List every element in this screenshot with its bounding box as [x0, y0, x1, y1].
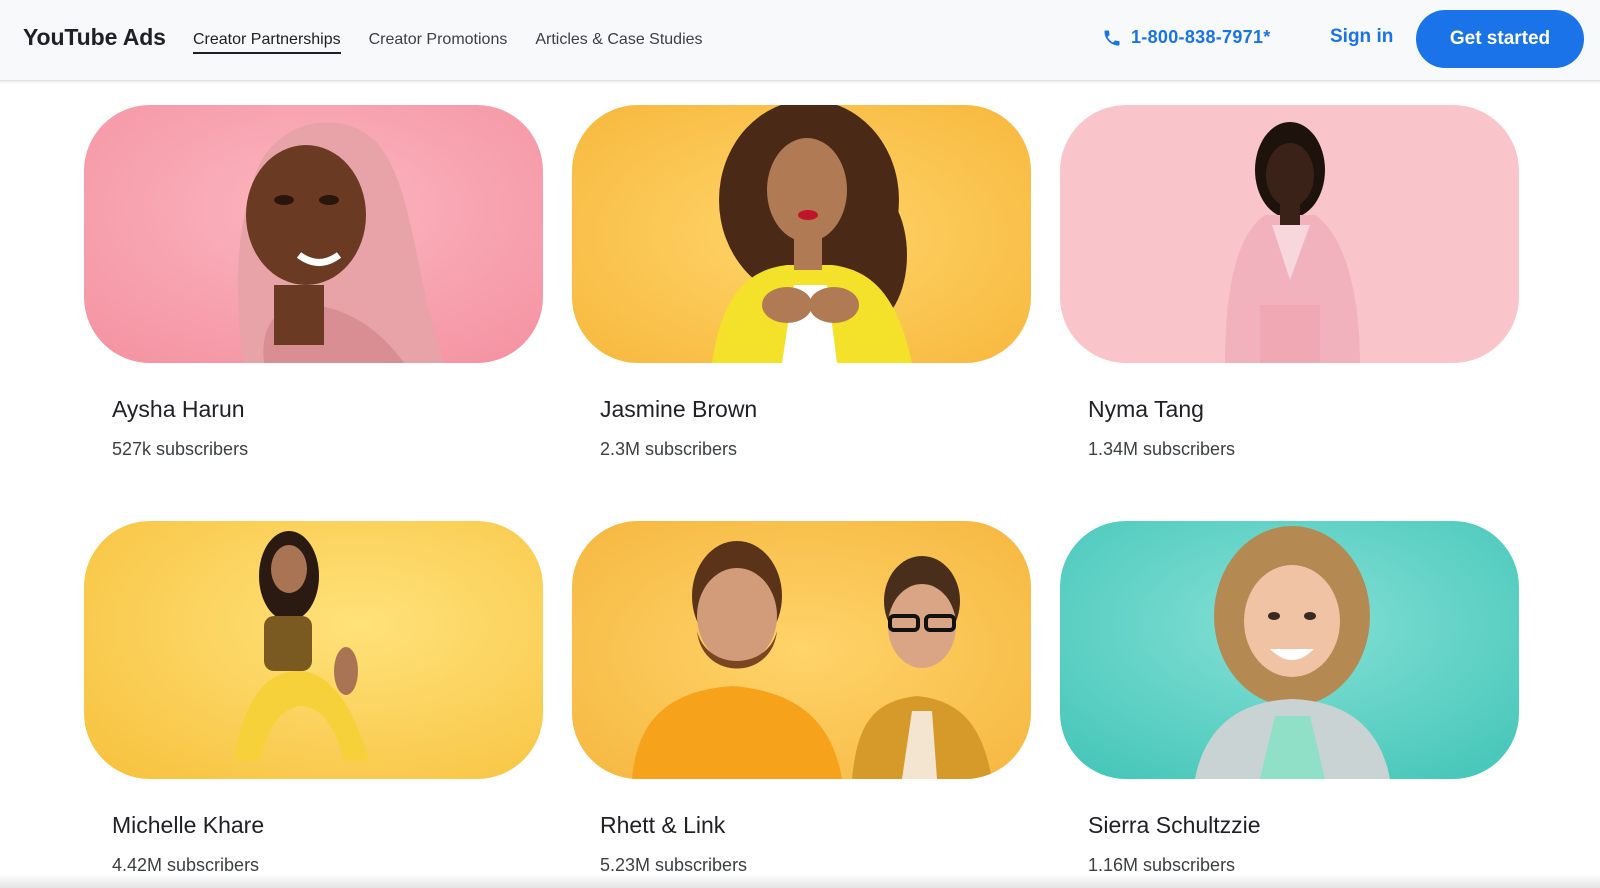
- main-nav: Creator Partnerships Creator Promotions …: [193, 0, 731, 80]
- creator-photo[interactable]: [572, 105, 1031, 363]
- creator-photo[interactable]: [572, 521, 1031, 779]
- phone-number: 1-800-838-7971*: [1131, 27, 1271, 47]
- creator-subscribers: 1.34M subscribers: [1088, 439, 1236, 459]
- bottom-scroll-fade: [0, 874, 1600, 888]
- creator-portrait-image: [1060, 521, 1519, 779]
- creator-card-rhett-link[interactable]: Rhett & Link 5.23M subscribers: [572, 521, 1031, 875]
- tab-articles-case-studies[interactable]: Articles & Case Studies: [535, 0, 702, 80]
- creator-name: Nyma Tang: [1088, 396, 1204, 422]
- get-started-button[interactable]: Get started: [1416, 10, 1584, 68]
- creator-name: Jasmine Brown: [600, 396, 758, 422]
- creator-subscribers: 5.23M subscribers: [600, 855, 748, 875]
- creator-subscribers: 2.3M subscribers: [600, 439, 738, 459]
- creator-name: Rhett & Link: [600, 812, 726, 838]
- creator-photo[interactable]: [84, 521, 543, 779]
- creator-portrait-image: [572, 105, 1031, 363]
- creator-card-aysha-harun[interactable]: Aysha Harun 527k subscribers: [84, 105, 543, 459]
- creator-name: Michelle Khare: [112, 812, 265, 838]
- creator-photo[interactable]: [1060, 521, 1519, 779]
- top-navigation-bar: YouTube Ads Creator Partnerships Creator…: [0, 0, 1600, 81]
- creator-photo[interactable]: [1060, 105, 1519, 363]
- creator-card-jasmine-brown[interactable]: Jasmine Brown 2.3M subscribers: [572, 105, 1031, 459]
- creator-portrait-image: [572, 521, 1031, 779]
- creator-portrait-image: [1060, 105, 1519, 363]
- tab-creator-promotions[interactable]: Creator Promotions: [369, 0, 508, 80]
- creator-card-sierra-schultzzie[interactable]: Sierra Schultzzie 1.16M subscribers: [1060, 521, 1519, 875]
- creator-portrait-image: [84, 105, 543, 363]
- sign-in-link[interactable]: Sign in: [1330, 26, 1393, 48]
- creator-subscribers: 1.16M subscribers: [1088, 855, 1236, 875]
- creator-name: Sierra Schultzzie: [1088, 812, 1261, 838]
- youtube-ads-logo[interactable]: YouTube Ads: [23, 24, 166, 51]
- tab-creator-partnerships[interactable]: Creator Partnerships: [193, 0, 341, 80]
- creator-card-nyma-tang[interactable]: Nyma Tang 1.34M subscribers: [1060, 105, 1519, 459]
- creator-subscribers: 4.42M subscribers: [112, 855, 260, 875]
- creator-photo[interactable]: [84, 105, 543, 363]
- creator-card-michelle-khare[interactable]: Michelle Khare 4.42M subscribers: [84, 521, 543, 875]
- creator-name: Aysha Harun: [112, 396, 245, 422]
- creator-subscribers: 527k subscribers: [112, 439, 249, 459]
- phone-icon: [1104, 30, 1120, 45]
- creator-portrait-image: [84, 521, 543, 779]
- phone-link[interactable]: 1-800-838-7971*: [1102, 27, 1271, 48]
